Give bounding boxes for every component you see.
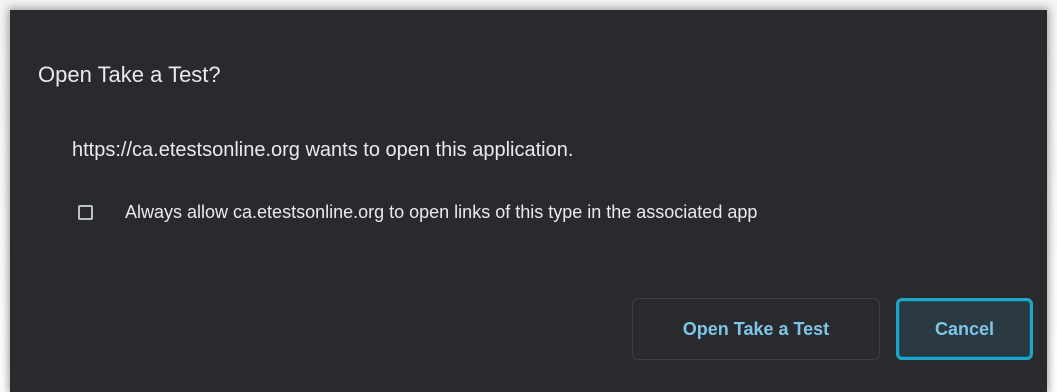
always-allow-checkbox[interactable] [78, 204, 93, 220]
open-app-button-label: Open Take a Test [682, 318, 830, 339]
dialog-title: Open Take a Test? [38, 62, 221, 87]
open-app-button[interactable]: Open Take a Test [632, 298, 880, 360]
protocol-handler-dialog: Open Take a Test? https://ca.etestsonlin… [10, 10, 1047, 392]
always-allow-label[interactable]: Always allow ca.etestsonline.org to open… [125, 202, 757, 223]
cancel-button[interactable]: Cancel [896, 298, 1033, 360]
always-allow-option[interactable]: Always allow ca.etestsonline.org to open… [78, 199, 757, 225]
cancel-button-label: Cancel [934, 318, 995, 339]
dialog-message: https://ca.etestsonline.org wants to ope… [72, 139, 574, 161]
